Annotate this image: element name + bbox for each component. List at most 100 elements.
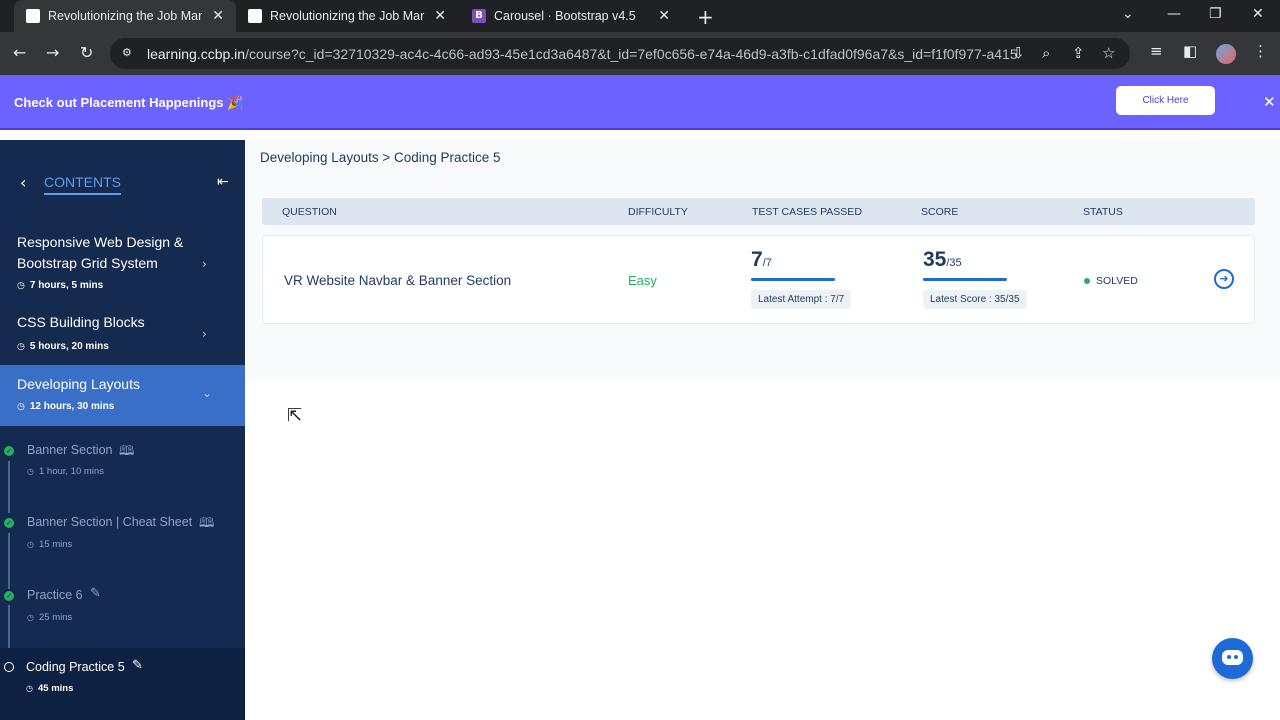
topic-duration: ◷ 1 hour, 10 mins: [27, 466, 104, 477]
topic-name: Practice 6: [27, 588, 83, 602]
latest-attempt-pill: Latest Attempt : 7/7: [751, 290, 852, 309]
score-progress-bar: [923, 278, 1007, 281]
tab-close-icon[interactable]: ✕: [658, 8, 670, 24]
browser-tab-title: Revolutionizing the Job Market: [270, 9, 425, 23]
browser-tab-1[interactable]: Revolutionizing the Job Market ✕: [14, 0, 236, 32]
topic-duration: ◷ 25 mins: [27, 612, 73, 623]
forward-arrow-icon[interactable]: →: [46, 43, 59, 62]
browser-tab-title: Carousel · Bootstrap v4.5: [494, 9, 636, 23]
questions-table-header: QUESTION DIFFICULTY TEST CASES PASSED SC…: [262, 198, 1255, 225]
restore-icon[interactable]: ❐: [1209, 6, 1222, 22]
chevron-down-icon[interactable]: ⌄: [202, 386, 212, 400]
tests-progress-bar: [751, 278, 835, 281]
window-close-icon[interactable]: ✕: [1252, 6, 1264, 22]
clock-icon: ◷: [27, 540, 34, 549]
completed-check-icon: ✓: [4, 591, 14, 601]
completed-check-icon: ✓: [4, 446, 14, 456]
question-name[interactable]: VR Website Navbar & Banner Section: [284, 273, 511, 288]
back-arrow-icon[interactable]: ←: [13, 43, 26, 62]
chatbot-button[interactable]: [1212, 638, 1253, 679]
close-banner-icon[interactable]: ✕: [1263, 93, 1276, 111]
module-title: Responsive Web Design & Bootstrap Grid S…: [17, 234, 184, 271]
topic-name: Banner Section | Cheat Sheet: [27, 515, 193, 529]
menu-kebab-icon[interactable]: ⋮: [1253, 42, 1268, 60]
book-icon: 🕮: [119, 444, 135, 459]
main-content: Developing Layouts > Coding Practice 5 Q…: [245, 140, 1280, 720]
tab-search-icon[interactable]: ⌄: [1122, 6, 1134, 22]
tests-total-value: /7: [762, 257, 772, 269]
address-bar[interactable]: ⚙ learning.ccbp.in/course?c_id=32710329-…: [110, 38, 1130, 69]
clock-icon: ◷: [26, 684, 33, 693]
question-row[interactable]: VR Website Navbar & Banner Section Easy …: [262, 235, 1255, 324]
collapse-sidebar-icon[interactable]: ⇤: [217, 174, 229, 190]
score-total-value: /35: [946, 257, 962, 269]
topic-banner-section-cheat-sheet[interactable]: ✓ Banner Section | Cheat Sheet 🕮 ◷ 15 min…: [0, 508, 245, 568]
topic-name: Coding Practice 5: [26, 660, 125, 674]
share-icon[interactable]: ⇪: [1072, 44, 1085, 62]
site-favicon-icon: [248, 9, 262, 23]
site-info-icon[interactable]: ⚙: [122, 46, 135, 59]
new-tab-icon[interactable]: +: [697, 5, 714, 29]
side-panel-icon[interactable]: ◧: [1183, 42, 1197, 60]
placement-announcement-banner: Check out Placement Happenings 🎉 Click H…: [0, 75, 1280, 130]
minimize-icon[interactable]: —: [1167, 6, 1181, 22]
topic-duration: ◷ 15 mins: [27, 539, 73, 550]
browser-tab-3[interactable]: B Carousel · Bootstrap v4.5 ✕: [460, 0, 682, 32]
module-developing-layouts[interactable]: Developing Layouts ◷ 12 hours, 30 mins ⌄: [0, 365, 245, 426]
tests-passed-value: 7: [751, 248, 763, 271]
chevron-right-icon[interactable]: ›: [202, 257, 207, 271]
robot-icon: [1222, 650, 1243, 665]
chevron-right-icon[interactable]: ›: [202, 327, 207, 341]
site-favicon-icon: [26, 9, 40, 23]
latest-score-pill: Latest Score : 35/35: [923, 290, 1027, 309]
profile-avatar[interactable]: [1216, 44, 1236, 64]
module-duration: ◷ 7 hours, 5 mins: [17, 280, 104, 291]
completed-check-icon: ✓: [4, 518, 14, 528]
module-duration: ◷ 12 hours, 30 mins: [17, 401, 115, 412]
clock-icon: ◷: [17, 281, 25, 291]
zoom-icon[interactable]: ⌕: [1042, 44, 1050, 62]
column-difficulty: DIFFICULTY: [628, 206, 688, 218]
chevron-left-icon[interactable]: ‹: [20, 173, 26, 192]
module-title: Developing Layouts: [17, 376, 140, 392]
open-question-arrow-icon[interactable]: ➜: [1214, 269, 1234, 289]
topic-coding-practice-5[interactable]: Coding Practice 5 ✎ ◷ 45 mins: [0, 648, 245, 720]
test-cases-metric: 7/7 Latest Attempt : 7/7: [751, 248, 852, 309]
score-value: 35: [923, 248, 947, 271]
media-control-icon[interactable]: ≡: [1150, 42, 1163, 60]
clock-icon: ◷: [17, 402, 25, 412]
column-test-cases-passed: TEST CASES PASSED: [752, 206, 862, 218]
bookmark-star-icon[interactable]: ☆: [1102, 44, 1115, 62]
status-badge: SOLVED: [1084, 275, 1138, 287]
click-here-button[interactable]: Click Here: [1116, 86, 1215, 115]
browser-tab-2[interactable]: Revolutionizing the Job Market ✕: [236, 0, 458, 32]
browser-toolbar: ← → ↻ ⚙ learning.ccbp.in/course?c_id=327…: [0, 32, 1280, 75]
bootstrap-favicon-icon: B: [472, 9, 486, 23]
install-app-icon[interactable]: ⇩: [1012, 44, 1025, 62]
topic-duration: ◷ 45 mins: [26, 683, 74, 694]
topic-practice-6[interactable]: ✓ Practice 6 ✎ ◷ 25 mins: [0, 581, 245, 641]
module-duration: ◷ 5 hours, 20 mins: [17, 341, 109, 352]
tab-close-icon[interactable]: ✕: [212, 8, 224, 24]
tab-close-icon[interactable]: ✕: [434, 8, 446, 24]
module-css-building-blocks[interactable]: CSS Building Blocks ◷ 5 hours, 20 mins ›: [0, 305, 245, 357]
module-title: CSS Building Blocks: [17, 314, 145, 330]
announcement-message: Check out Placement Happenings 🎉: [14, 95, 244, 110]
sidebar-header: ‹ CONTENTS ⇤: [0, 140, 245, 220]
topic-name: Banner Section: [27, 443, 113, 457]
topic-banner-section[interactable]: ✓ Banner Section 🕮 ◷ 1 hour, 10 mins: [0, 436, 245, 496]
reload-icon[interactable]: ↻: [80, 43, 93, 62]
status-dot: [1084, 278, 1090, 285]
url-text[interactable]: learning.ccbp.in/course?c_id=32710329-ac…: [147, 46, 1017, 62]
clock-icon: ◷: [27, 613, 34, 622]
contents-sidebar: ‹ CONTENTS ⇤ Responsive Web Design & Boo…: [0, 140, 245, 720]
clock-icon: ◷: [17, 342, 25, 352]
column-question: QUESTION: [282, 206, 337, 218]
module-responsive-web-design[interactable]: Responsive Web Design & Bootstrap Grid S…: [0, 225, 245, 297]
edit-pencil-icon: ✎: [132, 658, 143, 673]
sidebar-title: CONTENTS: [44, 174, 121, 195]
current-topic-indicator: [4, 662, 14, 672]
score-progress-fill: [923, 278, 1007, 281]
browser-tab-title: Revolutionizing the Job Market: [48, 9, 203, 23]
tests-progress-fill: [751, 278, 835, 281]
